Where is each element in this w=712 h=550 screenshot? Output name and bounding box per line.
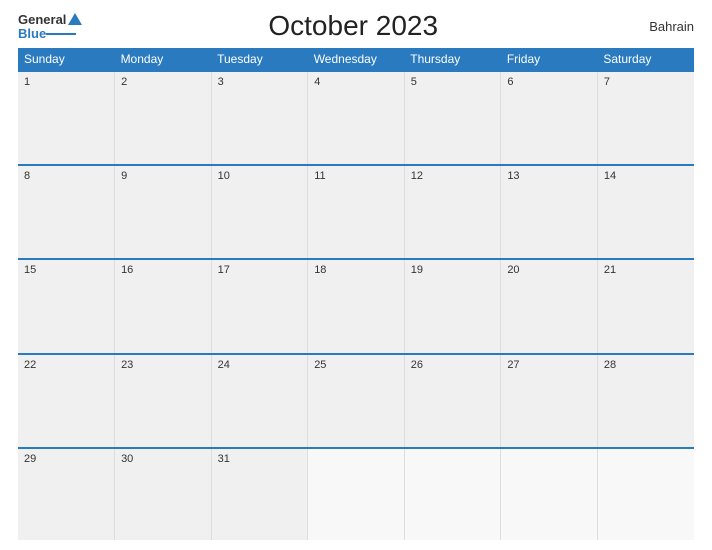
day-23: 23: [115, 354, 212, 448]
header-sunday: Sunday: [18, 48, 115, 71]
day-31: 31: [211, 448, 308, 540]
logo-blue: Blue: [18, 27, 46, 40]
logo-general: General: [18, 13, 66, 26]
header-tuesday: Tuesday: [211, 48, 308, 71]
day-12: 12: [404, 165, 501, 259]
day-10: 10: [211, 165, 308, 259]
calendar-title: October 2023: [82, 10, 624, 42]
logo: General Blue: [18, 13, 82, 40]
day-9: 9: [115, 165, 212, 259]
day-27: 27: [501, 354, 598, 448]
day-28: 28: [597, 354, 694, 448]
day-14: 14: [597, 165, 694, 259]
calendar-table: Sunday Monday Tuesday Wednesday Thursday…: [18, 48, 694, 540]
day-3: 3: [211, 71, 308, 165]
week-row-4: 22 23 24 25 26 27 28: [18, 354, 694, 448]
week-row-1: 1 2 3 4 5 6 7: [18, 71, 694, 165]
header-friday: Friday: [501, 48, 598, 71]
day-5: 5: [404, 71, 501, 165]
weekday-header-row: Sunday Monday Tuesday Wednesday Thursday…: [18, 48, 694, 71]
day-6: 6: [501, 71, 598, 165]
country-label: Bahrain: [624, 19, 694, 34]
logo-underline: [46, 33, 76, 35]
day-1: 1: [18, 71, 115, 165]
day-15: 15: [18, 259, 115, 353]
header-wednesday: Wednesday: [308, 48, 405, 71]
day-4: 4: [308, 71, 405, 165]
top-bar: General Blue October 2023 Bahrain: [18, 10, 694, 42]
day-22: 22: [18, 354, 115, 448]
day-20: 20: [501, 259, 598, 353]
day-empty-1: [308, 448, 405, 540]
day-empty-3: [501, 448, 598, 540]
day-8: 8: [18, 165, 115, 259]
header-monday: Monday: [115, 48, 212, 71]
header-thursday: Thursday: [404, 48, 501, 71]
day-29: 29: [18, 448, 115, 540]
day-7: 7: [597, 71, 694, 165]
day-19: 19: [404, 259, 501, 353]
day-11: 11: [308, 165, 405, 259]
day-25: 25: [308, 354, 405, 448]
logo-triangle-icon: [68, 13, 82, 25]
day-26: 26: [404, 354, 501, 448]
week-row-5: 29 30 31: [18, 448, 694, 540]
day-18: 18: [308, 259, 405, 353]
header-saturday: Saturday: [597, 48, 694, 71]
week-row-2: 8 9 10 11 12 13 14: [18, 165, 694, 259]
day-2: 2: [115, 71, 212, 165]
day-24: 24: [211, 354, 308, 448]
day-empty-4: [597, 448, 694, 540]
day-30: 30: [115, 448, 212, 540]
week-row-3: 15 16 17 18 19 20 21: [18, 259, 694, 353]
day-13: 13: [501, 165, 598, 259]
day-empty-2: [404, 448, 501, 540]
day-21: 21: [597, 259, 694, 353]
day-16: 16: [115, 259, 212, 353]
day-17: 17: [211, 259, 308, 353]
page-wrapper: General Blue October 2023 Bahrain Sunday…: [0, 0, 712, 550]
